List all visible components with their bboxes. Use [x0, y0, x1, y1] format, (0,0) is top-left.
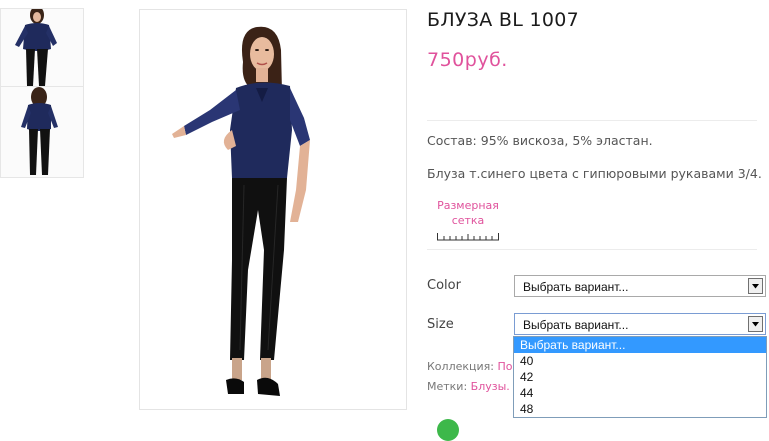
size-select[interactable]: Выбрать вариант... [514, 313, 766, 335]
tags-label: Метки: [427, 380, 468, 393]
product-price: 750руб. [427, 49, 508, 71]
thumbnail-back[interactable] [0, 87, 84, 178]
main-product-image[interactable] [139, 9, 407, 410]
collection-label: Коллекция: [427, 360, 494, 373]
collection-meta: Коллекция: По [427, 360, 513, 373]
size-dropdown-list: Выбрать вариант... 40 42 44 48 [513, 336, 767, 418]
divider [427, 249, 757, 250]
dropdown-option[interactable]: 42 [514, 369, 766, 385]
model-front-thumbnail-image [1, 9, 83, 86]
size-chart-link[interactable]: Размерная сетка [436, 198, 500, 245]
color-select[interactable]: Выбрать вариант... [514, 275, 766, 297]
dropdown-option[interactable]: 40 [514, 353, 766, 369]
size-option-label: Size [427, 317, 454, 332]
chevron-down-icon[interactable] [748, 316, 763, 332]
model-back-thumbnail-image [1, 87, 83, 177]
dropdown-option[interactable]: 44 [514, 385, 766, 401]
model-photo [140, 10, 406, 409]
divider [427, 120, 757, 121]
product-description: Блуза т.синего цвета с гипюровыми рукава… [427, 166, 762, 181]
dropdown-option[interactable]: 48 [514, 401, 766, 417]
thumbnail-front[interactable] [0, 8, 84, 87]
size-chart-label: Размерная сетка [437, 199, 499, 227]
color-select-value: Выбрать вариант... [523, 280, 629, 294]
collection-link[interactable]: По [497, 360, 512, 373]
color-option-label: Color [427, 278, 461, 293]
tags-link[interactable]: Блузы. [471, 380, 510, 393]
ruler-icon [436, 230, 500, 245]
product-title: БЛУЗА BL 1007 [427, 9, 580, 31]
tags-meta: Метки: Блузы. [427, 380, 510, 393]
size-select-value: Выбрать вариант... [523, 318, 629, 332]
dropdown-option[interactable]: Выбрать вариант... [514, 337, 766, 353]
product-composition: Состав: 95% вискоза, 5% эластан. [427, 133, 653, 148]
green-circle-icon[interactable] [437, 419, 459, 441]
chevron-down-icon[interactable] [748, 278, 763, 294]
thumbnail-gallery [0, 8, 84, 178]
